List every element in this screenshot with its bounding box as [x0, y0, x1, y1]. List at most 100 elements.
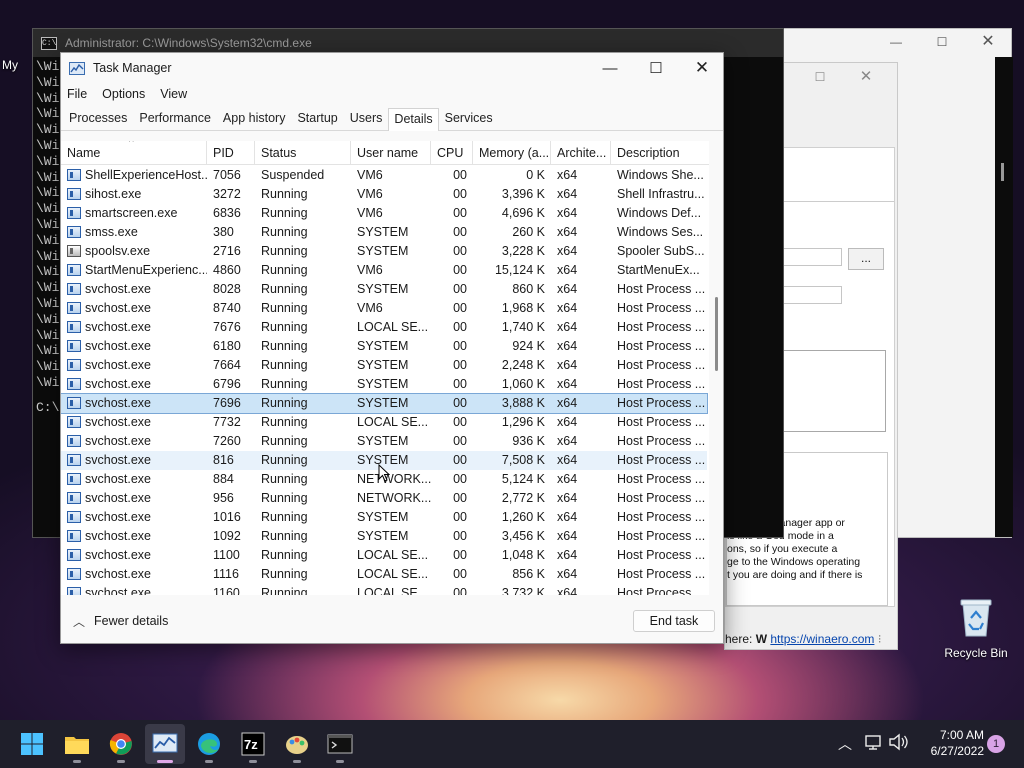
column-header-username[interactable]: User name [351, 141, 431, 165]
recycle-bin[interactable]: Recycle Bin [940, 596, 1012, 660]
task-manager-taskbar-button[interactable] [145, 724, 185, 764]
tab-startup[interactable]: Startup [291, 110, 343, 130]
cell-description: Host Process ... [617, 377, 706, 391]
close-button[interactable]: ✕ [679, 53, 725, 83]
column-header-pid[interactable]: PID [207, 141, 255, 165]
process-icon [67, 435, 81, 447]
column-header-name[interactable]: Name [61, 141, 207, 165]
end-task-label: End task [649, 614, 699, 628]
table-row[interactable]: svchost.exe 6796 Running SYSTEM 00 1,060 K x64… [61, 375, 707, 394]
process-icon [67, 568, 81, 580]
tab-processes[interactable]: Processes [63, 110, 133, 130]
menu-file[interactable]: File [67, 87, 87, 101]
table-row[interactable]: svchost.exe 8740 Running VM6 00 1,968 K x64 Hos… [61, 299, 707, 318]
printer-process-icon [67, 245, 81, 257]
cell-cpu: 00 [453, 491, 467, 505]
table-row[interactable]: svchost.exe 7696 Running SYSTEM 00 3,888 K x64… [61, 393, 708, 414]
show-hidden-icons-chevron-icon[interactable]: ︿ [838, 734, 852, 754]
cell-pid: 6180 [213, 339, 241, 353]
process-name: smss.exe [85, 225, 138, 239]
table-row[interactable]: svchost.exe 6180 Running SYSTEM 00 924 K x64 Ho… [61, 337, 707, 356]
cell-memory: 1,740 K [501, 320, 545, 334]
table-row[interactable]: svchost.exe 7260 Running SYSTEM 00 936 K x64 Ho… [61, 432, 707, 451]
cell-cpu: 00 [453, 567, 467, 581]
maximize-button[interactable]: ☐ [633, 53, 679, 83]
table-row[interactable]: svchost.exe 7732 Running LOCAL SE... 00 1,296… [61, 413, 707, 432]
edge-button[interactable] [189, 724, 229, 764]
tab-details[interactable]: Details [388, 108, 439, 131]
table-row[interactable]: smartscreen.exe 6836 Running VM6 00 4,696 K x6… [61, 204, 707, 223]
start-button[interactable] [12, 724, 52, 764]
resize-grip-icon[interactable]: ⁝ [878, 632, 882, 646]
props-minimize-button[interactable]: — [873, 29, 919, 57]
fewer-details-link[interactable]: Fewer details [94, 614, 168, 628]
edge-icon [198, 733, 220, 755]
dialog-close-button[interactable]: ✕ [843, 63, 889, 91]
column-header-architecture[interactable]: Archite... [551, 141, 611, 165]
column-header-description[interactable]: Description [611, 141, 707, 165]
cell-username: NETWORK... [357, 491, 431, 505]
chevron-up-icon[interactable]: ︿ [73, 613, 85, 630]
cell-architecture: x64 [557, 358, 578, 372]
vertical-scrollbar[interactable] [713, 141, 721, 595]
winaero-link[interactable]: https://winaero.com [770, 632, 874, 646]
chrome-button[interactable] [101, 724, 141, 764]
process-name: svchost.exe [85, 529, 152, 543]
notification-badge[interactable]: 1 [987, 735, 1005, 753]
scrollbar-thumb[interactable] [715, 297, 718, 371]
dialog-maximize-button[interactable]: ☐ [797, 63, 843, 91]
file-explorer-button[interactable] [57, 724, 97, 764]
table-row[interactable]: ShellExperienceHost.... 7056 Suspended VM6 0… [61, 166, 707, 185]
paint-button[interactable] [277, 724, 317, 764]
cell-memory: 856 K [512, 567, 545, 581]
cell-architecture: x64 [557, 225, 578, 239]
table-row[interactable]: StartMenuExperienc... 4860 Running VM6 00 15,… [61, 261, 707, 280]
cell-status: Running [261, 510, 308, 524]
table-row[interactable]: sihost.exe 3272 Running VM6 00 3,396 K x64 Shel… [61, 185, 707, 204]
table-row[interactable]: spoolsv.exe 2716 Running SYSTEM 00 3,228 K x64… [61, 242, 707, 261]
table-row[interactable]: svchost.exe 956 Running NETWORK... 00 2,772 K… [61, 489, 707, 508]
terminal-button[interactable] [320, 724, 360, 764]
tab-performance[interactable]: Performance [133, 110, 217, 130]
table-row[interactable]: svchost.exe 1016 Running SYSTEM 00 1,260 K x64… [61, 508, 707, 527]
process-name: svchost.exe [85, 586, 152, 595]
task-manager-window[interactable]: Task Manager — ☐ ✕ File Options View Pro… [60, 52, 724, 644]
menu-options[interactable]: Options [102, 87, 145, 101]
column-header-memory[interactable]: Memory (a... [473, 141, 551, 165]
network-icon[interactable] [864, 733, 882, 754]
desktop-partial-icon-label[interactable]: My [2, 58, 18, 72]
running-indicator [73, 760, 81, 763]
props-close-button[interactable]: ✕ [965, 29, 1011, 57]
process-name: smartscreen.exe [85, 206, 178, 220]
process-icon [67, 321, 81, 333]
tab-app-history[interactable]: App history [217, 110, 292, 130]
dialog-browse-button[interactable]: ... [848, 248, 884, 270]
end-task-button[interactable]: End task [633, 610, 715, 632]
tab-users[interactable]: Users [344, 110, 389, 130]
table-row[interactable]: svchost.exe 1116 Running LOCAL SE... 00 856 K… [61, 565, 707, 584]
props-maximize-button[interactable]: ☐ [919, 29, 965, 57]
cell-username: SYSTEM [357, 282, 409, 296]
task-manager-titlebar[interactable]: Task Manager — ☐ ✕ [61, 53, 723, 83]
table-row[interactable]: svchost.exe 8028 Running SYSTEM 00 860 K x64 Ho… [61, 280, 707, 299]
table-row[interactable]: svchost.exe 1160 Running LOCAL SE... 00 3,732… [61, 584, 707, 595]
chrome-icon [109, 733, 132, 755]
table-row[interactable]: svchost.exe 1100 Running LOCAL SE... 00 1,048… [61, 546, 707, 565]
clock[interactable]: 7:00 AM 6/27/2022 [912, 727, 984, 759]
table-row[interactable]: svchost.exe 1092 Running SYSTEM 00 3,456 K x64… [61, 527, 707, 546]
table-row[interactable]: smss.exe 380 Running SYSTEM 00 260 K x64 Window… [61, 223, 707, 242]
table-row[interactable]: svchost.exe 7676 Running LOCAL SE... 00 1,740… [61, 318, 707, 337]
cell-username: VM6 [357, 206, 383, 220]
volume-icon[interactable] [888, 733, 908, 754]
column-header-status[interactable]: Status [255, 141, 351, 165]
tab-services[interactable]: Services [439, 110, 499, 130]
minimize-button[interactable]: — [587, 53, 633, 83]
props-scroll-thumb[interactable] [1001, 163, 1004, 181]
cell-pid: 956 [213, 491, 234, 505]
table-row[interactable]: svchost.exe 7664 Running SYSTEM 00 2,248 K x64… [61, 356, 707, 375]
7zip-button[interactable]: 7z [233, 724, 273, 764]
column-header-cpu[interactable]: CPU [431, 141, 473, 165]
process-name: sihost.exe [85, 187, 142, 201]
menu-view[interactable]: View [160, 87, 187, 101]
clock-date: 6/27/2022 [930, 744, 984, 758]
